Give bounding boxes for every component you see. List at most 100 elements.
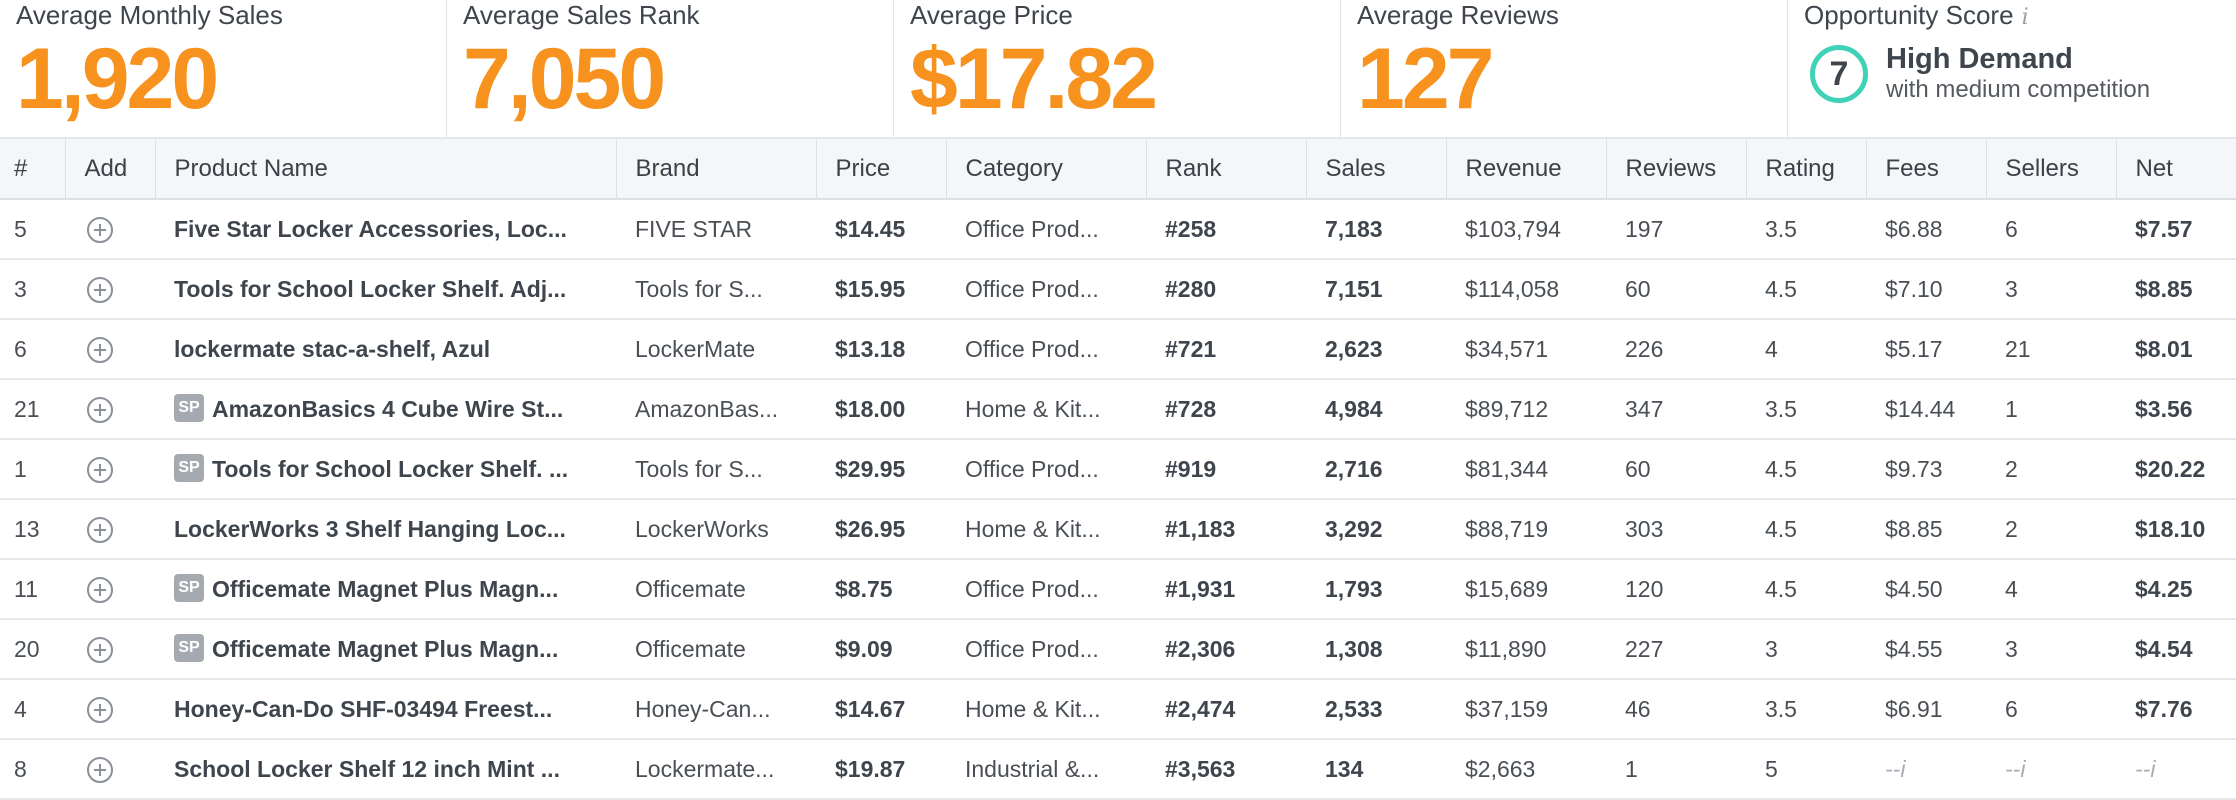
net-cell: $20.22: [2116, 439, 2236, 500]
add-circle-icon[interactable]: [87, 696, 113, 723]
column-header-category[interactable]: Category: [946, 139, 1147, 200]
revenue-cell: $15,689: [1446, 559, 1606, 620]
product-name-cell[interactable]: SP Officemate Magnet Plus Magn...: [155, 559, 616, 620]
sellers-cell: 21: [1986, 319, 2116, 380]
product-name[interactable]: Tools for School Locker Shelf. ...: [212, 456, 568, 482]
rank-cell: #1,183: [1146, 499, 1306, 560]
sponsored-badge: SP: [174, 634, 204, 663]
rank-cell: #721: [1146, 319, 1306, 380]
product-name-cell[interactable]: LockerWorks 3 Shelf Hanging Loc...: [155, 499, 616, 560]
reviews-cell: 227: [1606, 619, 1746, 680]
info-icon[interactable]: i: [2022, 5, 2029, 30]
column-header-product-name[interactable]: Product Name: [155, 139, 617, 200]
sellers-cell[interactable]: --i: [1986, 739, 2116, 800]
add-circle-icon[interactable]: [87, 396, 113, 423]
add-circle-icon[interactable]: [87, 276, 113, 303]
product-name-cell[interactable]: Honey-Can-Do SHF-03494 Freest...: [155, 679, 616, 740]
column-header-sales[interactable]: Sales: [1306, 139, 1447, 200]
fees-cell: $8.85: [1866, 499, 1986, 560]
product-table: # Add Product Name Brand Price Category Rank Sa…: [0, 139, 2236, 800]
column-header-fees[interactable]: Fees: [1866, 139, 1987, 200]
net-cell[interactable]: --i: [2116, 739, 2236, 800]
product-name-cell[interactable]: SP AmazonBasics 4 Cube Wire St...: [155, 379, 616, 440]
fees-cell[interactable]: --i: [1866, 739, 1986, 800]
product-name[interactable]: School Locker Shelf 12 inch Mint ...: [174, 756, 560, 782]
row-number: 8: [0, 739, 65, 800]
net-cell: $4.54: [2116, 619, 2236, 680]
row-number: 13: [0, 499, 65, 560]
revenue-cell: $34,571: [1446, 319, 1606, 380]
fees-cell: $4.50: [1866, 559, 1986, 620]
add-circle-icon[interactable]: [87, 336, 113, 363]
rank-cell: #258: [1146, 199, 1306, 260]
product-name-cell[interactable]: SP Officemate Magnet Plus Magn...: [155, 619, 616, 680]
net-cell: $3.56: [2116, 379, 2236, 440]
product-name[interactable]: LockerWorks 3 Shelf Hanging Loc...: [174, 516, 566, 542]
table-row[interactable]: 8 School Locker Shelf 12 inch Mint ... Loc…: [0, 739, 2236, 800]
product-name[interactable]: Officemate Magnet Plus Magn...: [212, 576, 558, 602]
add-circle-icon[interactable]: [87, 636, 113, 663]
stat-reviews: Average Reviews 127: [1341, 0, 1788, 137]
revenue-cell: $81,344: [1446, 439, 1606, 500]
column-header-rating[interactable]: Rating: [1746, 139, 1867, 200]
rating-cell: 4.5: [1746, 499, 1866, 560]
column-header-number[interactable]: #: [0, 139, 66, 200]
stat-label: Average Price: [910, 0, 1073, 30]
add-circle-icon[interactable]: [87, 576, 113, 603]
product-name-cell[interactable]: SP Tools for School Locker Shelf. ...: [155, 439, 616, 500]
column-header-price[interactable]: Price: [816, 139, 947, 200]
net-cell: $18.10: [2116, 499, 2236, 560]
product-name[interactable]: Honey-Can-Do SHF-03494 Freest...: [174, 696, 552, 722]
product-name[interactable]: lockermate stac-a-shelf, Azul: [174, 336, 490, 362]
brand-cell: Officemate: [616, 619, 816, 680]
category-cell: Home & Kit...: [946, 679, 1146, 740]
table-row[interactable]: 11 SP Officemate Magnet Plus Magn... Office…: [0, 559, 2236, 620]
column-header-sellers[interactable]: Sellers: [1986, 139, 2117, 200]
product-name-cell[interactable]: School Locker Shelf 12 inch Mint ...: [155, 739, 616, 800]
table-row[interactable]: 20 SP Officemate Magnet Plus Magn... Office…: [0, 619, 2236, 680]
rating-cell: 3.5: [1746, 679, 1866, 740]
fees-cell: $4.55: [1866, 619, 1986, 680]
table-row[interactable]: 4 Honey-Can-Do SHF-03494 Freest... Honey-C…: [0, 679, 2236, 740]
product-name[interactable]: Officemate Magnet Plus Magn...: [212, 636, 558, 662]
sales-cell: 7,151: [1306, 259, 1446, 320]
table-row[interactable]: 3 Tools for School Locker Shelf. Adj... To…: [0, 259, 2236, 320]
column-header-net[interactable]: Net: [2116, 139, 2236, 200]
product-name[interactable]: Tools for School Locker Shelf. Adj...: [174, 276, 566, 302]
sales-cell: 1,793: [1306, 559, 1446, 620]
reviews-cell: 347: [1606, 379, 1746, 440]
add-circle-icon[interactable]: [87, 216, 113, 243]
rating-cell: 3: [1746, 619, 1866, 680]
add-cell: [65, 559, 155, 620]
price-cell: $8.75: [816, 559, 946, 620]
product-name[interactable]: Five Star Locker Accessories, Loc...: [174, 216, 567, 242]
reviews-cell: 197: [1606, 199, 1746, 260]
category-cell: Office Prod...: [946, 319, 1146, 380]
brand-cell: Tools for S...: [616, 259, 816, 320]
product-name-cell[interactable]: Five Star Locker Accessories, Loc...: [155, 199, 616, 260]
product-name-cell[interactable]: Tools for School Locker Shelf. Adj...: [155, 259, 616, 320]
fees-cell: $9.73: [1866, 439, 1986, 500]
brand-cell: Lockermate...: [616, 739, 816, 800]
table-row[interactable]: 1 SP Tools for School Locker Shelf. ... Too…: [0, 439, 2236, 500]
column-header-add[interactable]: Add: [65, 139, 156, 200]
table-row[interactable]: 5 Five Star Locker Accessories, Loc... FIV…: [0, 199, 2236, 260]
add-circle-icon[interactable]: [87, 456, 113, 483]
table-row[interactable]: 6 lockermate stac-a-shelf, Azul LockerMate…: [0, 319, 2236, 380]
column-header-rank[interactable]: Rank: [1146, 139, 1307, 200]
add-circle-icon[interactable]: [87, 516, 113, 543]
reviews-cell: 226: [1606, 319, 1746, 380]
column-header-brand[interactable]: Brand: [616, 139, 817, 200]
sellers-cell: 2: [1986, 499, 2116, 560]
add-cell: [65, 439, 155, 500]
product-name-cell[interactable]: lockermate stac-a-shelf, Azul: [155, 319, 616, 380]
brand-cell: LockerWorks: [616, 499, 816, 560]
reviews-cell: 60: [1606, 259, 1746, 320]
column-header-reviews[interactable]: Reviews: [1606, 139, 1747, 200]
stat-monthly-sales: Average Monthly Sales 1,920: [0, 0, 447, 137]
product-name[interactable]: AmazonBasics 4 Cube Wire St...: [212, 396, 563, 422]
add-circle-icon[interactable]: [87, 756, 113, 783]
table-row[interactable]: 13 LockerWorks 3 Shelf Hanging Loc... Lock…: [0, 499, 2236, 560]
column-header-revenue[interactable]: Revenue: [1446, 139, 1607, 200]
table-row[interactable]: 21 SP AmazonBasics 4 Cube Wire St... Amazon…: [0, 379, 2236, 440]
